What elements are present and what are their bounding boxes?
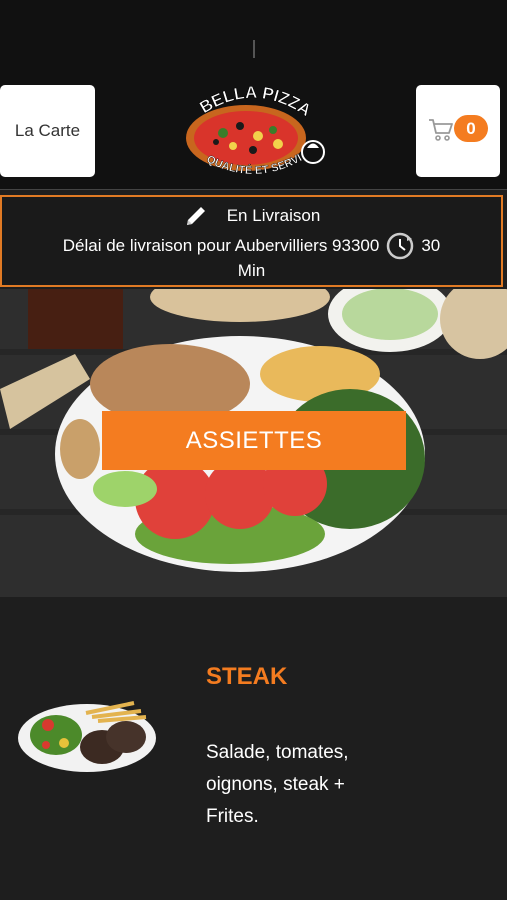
delivery-info-banner[interactable]: En Livraison Délai de livraison pour Aub… [0,195,503,287]
status-divider [253,40,255,58]
menu-card-label: La Carte [14,121,81,140]
item-description: Salade, tomates, oignons, steak + Frites… [206,742,349,827]
category-assiettes-button[interactable]: ASSIETTES [102,411,406,470]
cart-button[interactable]: 0 [416,85,500,177]
delivery-mode-label: En Livraison [226,206,321,225]
menu-item-steak[interactable]: STEAK Salade, tomates, oignons, steak + … [0,597,507,900]
restaurant-logo[interactable]: BELLA PIZZA QUALITÉ ET SERVICE [178,78,328,188]
delivery-delay-text: Délai de livraison pour Aubervilliers 93… [62,236,380,255]
cart-count-badge: 0 [454,115,488,142]
pencil-icon[interactable] [183,203,209,229]
category-hero[interactable]: ASSIETTES [0,289,507,597]
steak-plate-image [18,701,156,772]
clock-icon [387,232,414,260]
chef-hat-icon [301,140,325,164]
delivery-delay-value: 30 [421,236,441,255]
menu-card-button[interactable]: La Carte [0,85,95,177]
app-header: La Carte BELLA PIZZA QUALITÉ ET SERVICE [0,0,507,190]
cart-icon [429,119,453,141]
delivery-delay-unit: Min [237,261,266,280]
header-divider [0,189,507,190]
item-title: STEAK [206,663,288,690]
